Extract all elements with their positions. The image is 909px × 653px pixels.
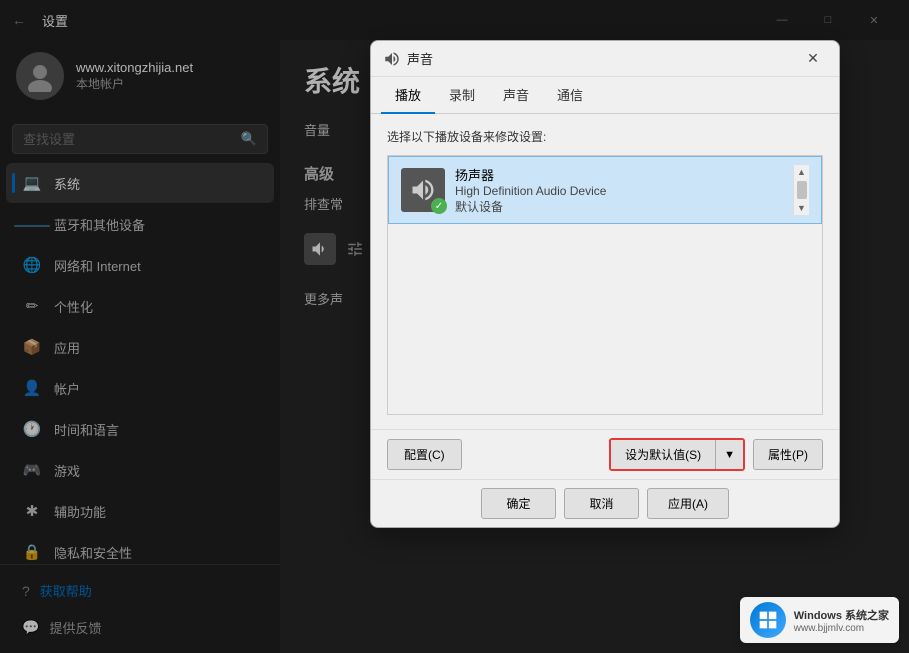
device-item-icon: ✓ — [401, 168, 445, 212]
device-item-details: 扬声器 High Definition Audio Device 默认设备 — [455, 165, 783, 215]
device-desc: High Definition Audio Device — [455, 184, 783, 198]
dialog-title-text: 声音 — [407, 49, 799, 68]
properties-button[interactable]: 属性(P) — [753, 439, 823, 470]
dialog-description: 选择以下播放设备来修改设置: — [387, 128, 823, 145]
configure-button[interactable]: 配置(C) — [387, 439, 462, 470]
tab-playback[interactable]: 播放 — [381, 77, 435, 114]
dialog-actions: 配置(C) 设为默认值(S) ▼ 属性(P) — [371, 429, 839, 479]
device-name: 扬声器 — [455, 165, 783, 184]
device-item-speaker[interactable]: ✓ 扬声器 High Definition Audio Device 默认设备 … — [388, 156, 822, 224]
watermark: Windows 系统之家 www.bjjmlv.com — [740, 597, 899, 643]
default-check-icon: ✓ — [431, 198, 447, 214]
device-list: ✓ 扬声器 High Definition Audio Device 默认设备 … — [388, 156, 822, 414]
device-list-container: ✓ 扬声器 High Definition Audio Device 默认设备 … — [387, 155, 823, 415]
cancel-button[interactable]: 取消 — [564, 488, 639, 519]
ok-button[interactable]: 确定 — [481, 488, 556, 519]
dialog-title-bar: 声音 ✕ — [371, 41, 839, 77]
sound-dialog: 声音 ✕ 播放 录制 声音 通信 选择以下播放设备来修改设置: — [370, 40, 840, 528]
watermark-logo — [750, 602, 786, 638]
watermark-line2: www.bjjmlv.com — [794, 623, 889, 634]
set-default-group: 设为默认值(S) ▼ — [609, 438, 745, 471]
dialog-icon — [383, 50, 401, 68]
watermark-text: Windows 系统之家 www.bjjmlv.com — [794, 607, 889, 634]
list-scrollbar[interactable]: ▲ ▼ — [793, 165, 809, 215]
tab-sounds[interactable]: 声音 — [489, 77, 543, 114]
dialog-body: 选择以下播放设备来修改设置: ✓ 扬声器 High Definition Aud… — [371, 114, 839, 429]
dialog-close-button[interactable]: ✕ — [799, 45, 827, 73]
set-default-button[interactable]: 设为默认值(S) — [611, 440, 716, 469]
apply-button[interactable]: 应用(A) — [647, 488, 729, 519]
tab-recording[interactable]: 录制 — [435, 77, 489, 114]
dialog-footer: 确定 取消 应用(A) — [371, 479, 839, 527]
dialog-tabs: 播放 录制 声音 通信 — [371, 77, 839, 114]
device-status: 默认设备 — [455, 198, 783, 215]
watermark-line1: Windows 系统之家 — [794, 607, 889, 623]
set-default-arrow-button[interactable]: ▼ — [716, 440, 743, 469]
tab-communications[interactable]: 通信 — [543, 77, 597, 114]
